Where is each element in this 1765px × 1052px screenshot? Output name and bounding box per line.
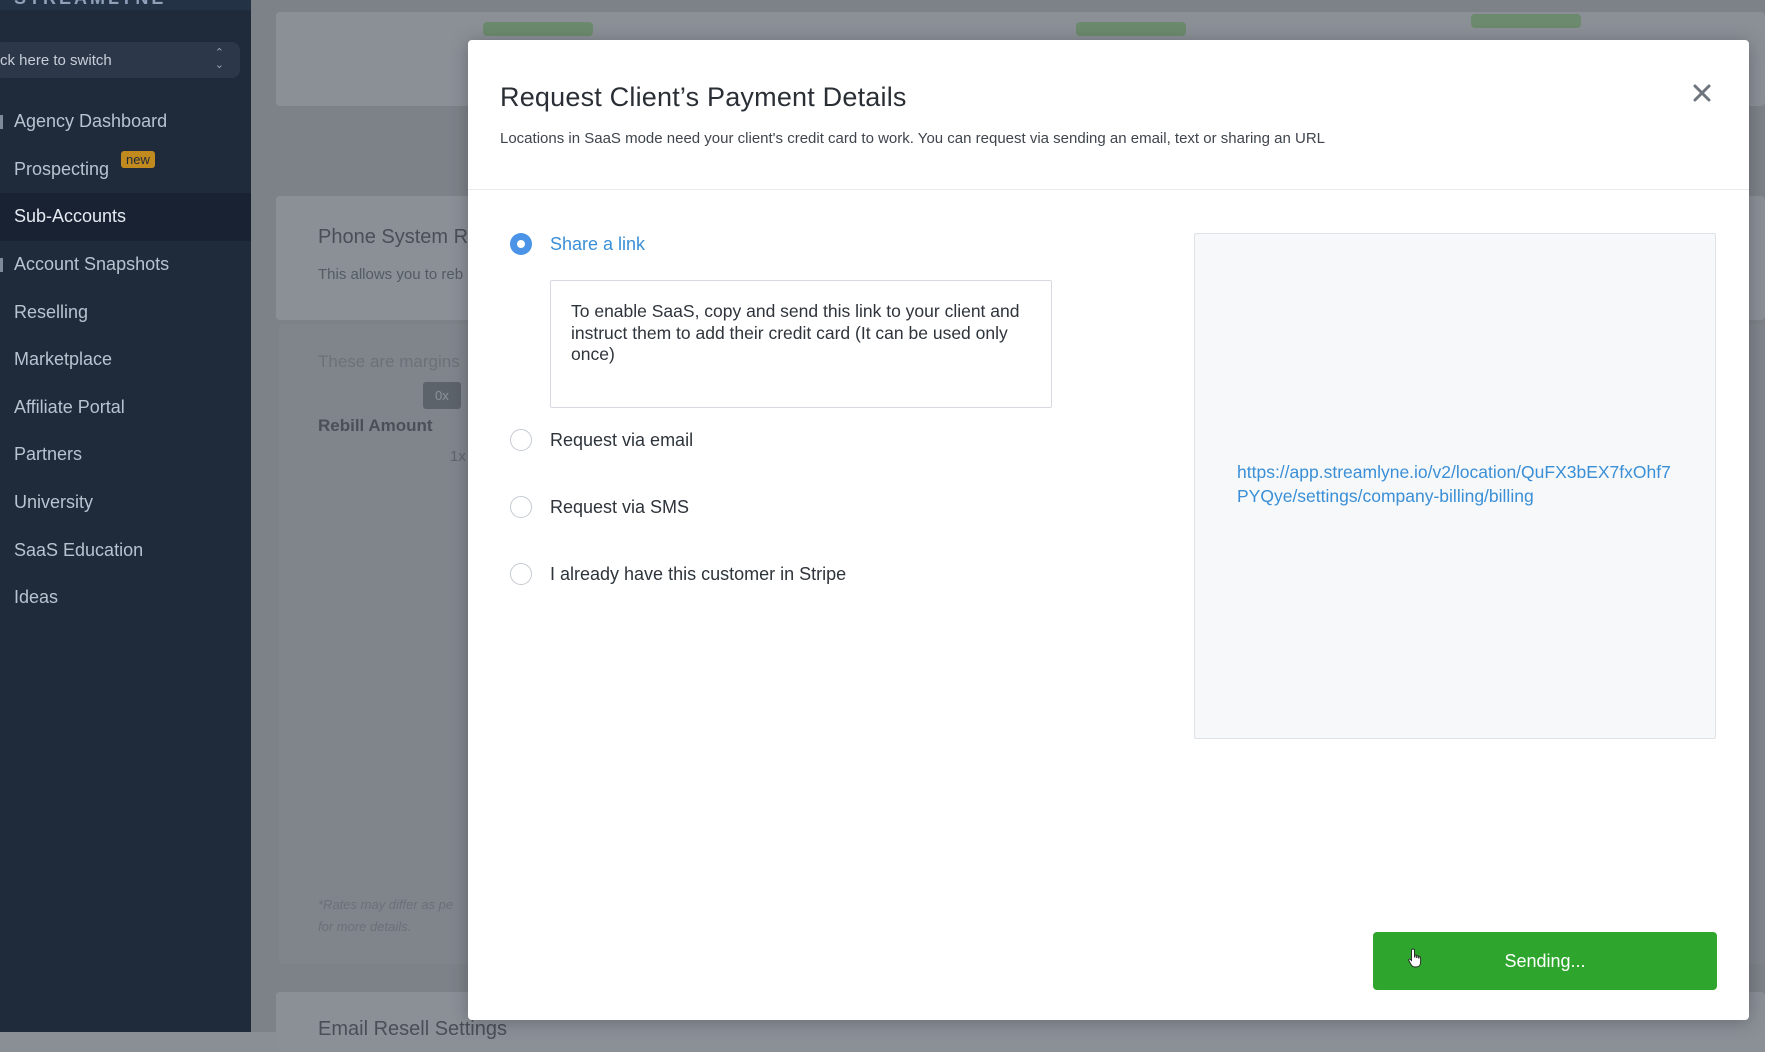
sidebar-item-label: Marketplace [14,349,113,370]
sidebar-item-label: SaaS Education [14,539,144,560]
option-stripe-customer[interactable]: I already have this customer in Stripe [510,563,846,585]
section-desc: This allows you to reb [318,266,464,283]
option-request-sms[interactable]: Request via SMS [510,496,689,518]
sidebar-item-partners[interactable]: Partners [0,431,251,479]
option-label: I already have this customer in Stripe [550,563,847,584]
tick-label: 1x [450,448,466,465]
billing-link[interactable]: https://app.streamlyne.io/v2/location/Qu… [1237,460,1677,508]
sidebar-item-label: Prospecting [14,158,110,179]
rebill-label: Rebill Amount [318,416,433,435]
sidebar-item-ideas[interactable]: Ideas [0,574,251,622]
sidebar-item-label: Sub-Accounts [14,206,127,227]
hand-cursor-icon [1408,948,1422,968]
modal-title: Request Client’s Payment Details [500,82,907,112]
chevron-up-down-icon: ⌃ ⌄ [214,47,224,71]
sidebar-nav: Agency Dashboard Prospecting new Sub-Acc… [0,98,251,622]
sidebar-item-sub-accounts[interactable]: Sub-Accounts [0,193,251,241]
radio-stripe-customer[interactable] [510,563,532,585]
option-label: Request via email [550,429,694,450]
sidebar-item-label: Affiliate Portal [14,396,125,417]
share-link-note: To enable SaaS, copy and send this link … [550,280,1052,408]
footnote-1: *Rates may differ as pe [318,897,454,912]
sidebar-item-account-snapshots[interactable]: Account Snapshots [0,241,251,289]
sidebar-item-label: Reselling [14,301,89,322]
nav-marker [0,257,3,272]
top-pill [1471,14,1581,28]
sidebar-item-label: Agency Dashboard [14,111,168,132]
account-switcher[interactable]: ck here to switch ⌃ ⌄ [0,42,240,78]
section-title: Phone System R [318,226,469,248]
close-icon [1693,84,1711,102]
margins-text: These are margins [318,352,460,371]
send-button-label: Sending... [1504,950,1586,971]
sidebar-item-prospecting[interactable]: Prospecting new [0,146,251,194]
close-button[interactable] [1685,76,1719,110]
send-button[interactable]: Sending... [1373,932,1717,990]
option-label: Share a link [550,233,646,254]
link-panel: https://app.streamlyne.io/v2/location/Qu… [1194,233,1716,739]
new-badge: new [121,150,155,168]
top-pill [1076,22,1186,36]
payment-details-modal: Request Client’s Payment Details Locatio… [468,40,1749,1020]
logo[interactable]: STREAMLYNE [14,0,166,9]
top-pill [483,22,593,36]
sidebar-item-agency-dashboard[interactable]: Agency Dashboard [0,98,251,146]
option-share-link[interactable]: Share a link [510,233,645,255]
sidebar-item-saas-education[interactable]: SaaS Education [0,526,251,574]
option-label: Request via SMS [550,496,690,517]
sidebar-item-marketplace[interactable]: Marketplace [0,336,251,384]
sidebar-item-label: Ideas [14,587,59,608]
margin-tag: 0x [423,382,461,409]
sidebar-item-university[interactable]: University [0,479,251,527]
modal-divider [468,189,1749,190]
modal-subtitle: Locations in SaaS mode need your client'… [500,130,1325,147]
footnote-2: for more details. [318,919,412,934]
sidebar-item-reselling[interactable]: Reselling [0,288,251,336]
sidebar-item-affiliate-portal[interactable]: Affiliate Portal [0,384,251,432]
nav-marker [0,114,3,129]
sidebar: STREAMLYNE ck here to switch ⌃⌄ Agency D… [0,0,251,1032]
option-request-email[interactable]: Request via email [510,429,693,451]
sidebar-item-label: University [14,492,94,513]
radio-share-link[interactable] [510,233,532,255]
email-section-title: Email Resell Settings [318,1018,507,1040]
radio-request-sms[interactable] [510,496,532,518]
sidebar-item-label: Account Snapshots [14,254,170,275]
sidebar-item-label: Partners [14,444,83,465]
radio-request-email[interactable] [510,429,532,451]
account-switcher-label: ck here to switch [0,51,112,69]
